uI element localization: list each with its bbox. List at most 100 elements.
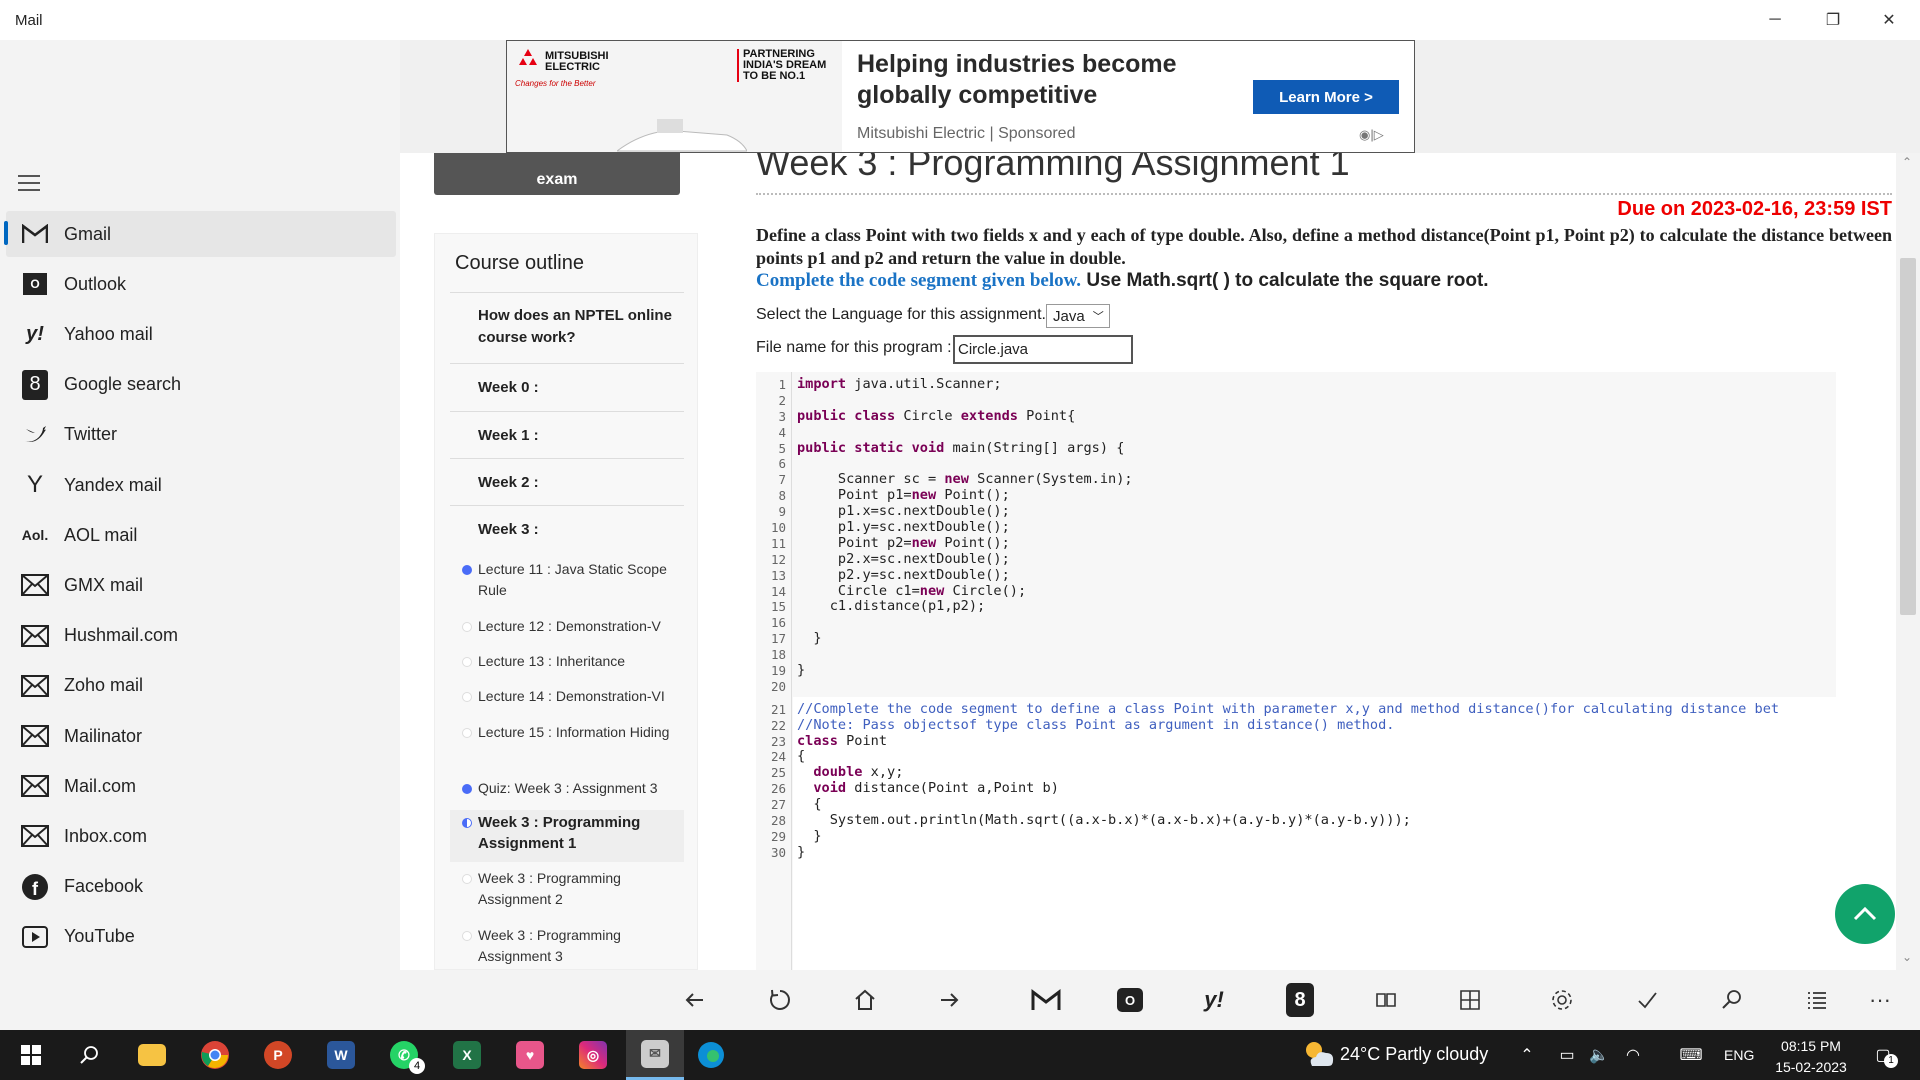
home-button[interactable] bbox=[843, 978, 887, 1022]
sponsored-ad[interactable]: MITSUBISHI ELECTRIC Changes for the Bette… bbox=[506, 40, 1415, 153]
code-text: public class Circle extends Point{ bbox=[797, 407, 1076, 424]
code-line: 5 public static void main(String[] args) … bbox=[756, 440, 1836, 457]
code-line: 8 Point p1=new Point(); bbox=[756, 487, 1836, 504]
sidebar-item-outlook[interactable]: O Outlook bbox=[6, 261, 396, 307]
whatsapp-badge: 4 bbox=[409, 1058, 425, 1074]
sidebar-item-yandex-mail[interactable]: Y Yandex mail bbox=[6, 462, 396, 508]
sidebar-item-label: GMX mail bbox=[64, 574, 144, 595]
outline-heading[interactable]: Week 3 : bbox=[478, 519, 678, 541]
back-button[interactable] bbox=[673, 978, 717, 1022]
pinned-app[interactable]: ♥ bbox=[505, 1030, 555, 1080]
wifi-icon[interactable]: ◠ bbox=[1620, 1040, 1646, 1070]
mail-app-active[interactable]: ✉ bbox=[626, 1030, 684, 1080]
line-number: 10 bbox=[770, 520, 786, 536]
gear-icon bbox=[1552, 990, 1572, 1010]
sidebar-item-zoho-mail[interactable]: Zoho mail bbox=[6, 663, 396, 709]
notification-center-icon[interactable]: ▢ 1 bbox=[1868, 1040, 1898, 1070]
sidebar-item-hushmail-com[interactable]: Hushmail.com bbox=[6, 613, 396, 659]
outline-item[interactable]: Week 3 : Programming Assignment 3 bbox=[478, 925, 688, 967]
outline-item[interactable]: Lecture 13 : Inheritance bbox=[478, 651, 688, 672]
file-explorer-app[interactable] bbox=[127, 1030, 177, 1080]
close-button[interactable]: ✕ bbox=[1866, 0, 1912, 40]
weather-text[interactable]: 24°C Partly cloudy bbox=[1340, 1044, 1488, 1065]
chevron-up-icon[interactable]: ⌃ bbox=[1514, 1040, 1540, 1070]
outline-item[interactable]: Quiz: Week 3 : Assignment 3 bbox=[478, 778, 688, 799]
scroll-down-icon[interactable]: ⌄ bbox=[1902, 950, 1912, 964]
outline-item[interactable]: Lecture 14 : Demonstration-VI bbox=[478, 686, 688, 707]
outline-item[interactable]: Week 3 : Programming Assignment 2 bbox=[478, 868, 688, 910]
excel-app[interactable]: X bbox=[442, 1030, 492, 1080]
outline-heading[interactable]: Week 2 : bbox=[478, 472, 678, 494]
scroll-to-top-button[interactable] bbox=[1835, 884, 1895, 944]
outline-heading[interactable]: How does an NPTEL online course work? bbox=[478, 305, 678, 349]
progress-dot-icon bbox=[462, 565, 472, 575]
outline-heading[interactable]: Week 1 : bbox=[478, 425, 678, 447]
register-certification-button[interactable]: exam bbox=[434, 153, 680, 195]
progress-dot-icon bbox=[462, 818, 472, 828]
reading-view-button[interactable] bbox=[1364, 978, 1408, 1022]
search-button[interactable] bbox=[1710, 978, 1754, 1022]
clock[interactable]: 08:15 PM 15-02-2023 bbox=[1766, 1036, 1856, 1078]
sidebar-item-aol-mail[interactable]: Aol. AOL mail bbox=[6, 512, 396, 558]
sidebar-item-inbox-com[interactable]: Inbox.com bbox=[6, 813, 396, 859]
sidebar-item-mail-com[interactable]: Mail.com bbox=[6, 763, 396, 809]
sidebar-item-gmx-mail[interactable]: GMX mail bbox=[6, 562, 396, 608]
outlook-shortcut[interactable]: O bbox=[1108, 978, 1152, 1022]
taskbar-search-button[interactable] bbox=[64, 1030, 114, 1080]
language-indicator[interactable]: ENG bbox=[1724, 1047, 1754, 1063]
code-text: Point p2=new Point(); bbox=[797, 534, 1010, 551]
search-icon bbox=[1722, 990, 1741, 1009]
code-lines[interactable]: 1 import java.util.Scanner; 2 3 public class… bbox=[756, 376, 1836, 860]
sidebar-item-google-search[interactable]: 8 Google search bbox=[6, 362, 396, 408]
outline-item[interactable]: Lecture 11 : Java Static Scope Rule bbox=[478, 559, 688, 601]
language-select[interactable]: Java ﹀ bbox=[1046, 304, 1110, 328]
more-button[interactable]: ··· bbox=[1858, 978, 1902, 1022]
code-line: 15 c1.distance(p1,p2); bbox=[756, 599, 1836, 615]
battery-icon[interactable]: ▭ bbox=[1554, 1040, 1580, 1070]
minimize-button[interactable]: ─ bbox=[1752, 0, 1798, 40]
word-app[interactable]: W bbox=[316, 1030, 366, 1080]
refresh-icon bbox=[770, 989, 790, 1010]
outline-heading[interactable]: Week 0 : bbox=[478, 377, 678, 399]
keyboard-icon[interactable]: ⌨ bbox=[1678, 1040, 1704, 1070]
chevron-down-icon: ﹀ bbox=[1092, 311, 1104, 323]
refresh-button[interactable] bbox=[758, 978, 802, 1022]
hamburger-menu-icon[interactable] bbox=[18, 175, 40, 191]
done-button[interactable] bbox=[1625, 978, 1669, 1022]
outline-item[interactable]: Week 3 : Programming Assignment 1 bbox=[478, 812, 688, 854]
sidebar-item-facebook[interactable]: f Facebook bbox=[6, 864, 396, 910]
maximize-button[interactable]: ❐ bbox=[1810, 0, 1856, 40]
scrollbar-thumb[interactable] bbox=[1900, 258, 1916, 615]
list-button[interactable] bbox=[1795, 978, 1839, 1022]
sidebar-item-twitter[interactable]: Twitter bbox=[6, 412, 396, 458]
sidebar-item-youtube[interactable]: YouTube bbox=[6, 914, 396, 960]
sidebar-item-label: Mail.com bbox=[64, 775, 137, 796]
sidebar-item-gmail[interactable]: Gmail bbox=[6, 211, 396, 257]
powerpoint-app[interactable]: P bbox=[253, 1030, 303, 1080]
ad-learn-more-button[interactable]: Learn More > bbox=[1253, 80, 1399, 114]
instruction-text: Use Math.sqrt( ) to calculate the square… bbox=[1081, 270, 1489, 291]
code-text: p2.x=sc.nextDouble(); bbox=[797, 550, 1010, 567]
gmail-shortcut[interactable] bbox=[1024, 978, 1068, 1022]
outline-item[interactable]: Lecture 15 : Information Hiding bbox=[478, 722, 688, 743]
sidebar-item-mailinator[interactable]: Mailinator bbox=[6, 713, 396, 759]
scroll-up-icon[interactable]: ⌃ bbox=[1902, 155, 1912, 169]
outline-item[interactable]: Lecture 12 : Demonstration-V bbox=[478, 616, 688, 637]
code-line: 1 import java.util.Scanner; bbox=[756, 376, 1836, 393]
adchoices-icon[interactable]: ◉|▷ bbox=[1359, 127, 1384, 143]
sidebar-item-yahoo-mail[interactable]: y! Yahoo mail bbox=[6, 311, 396, 357]
chrome-app[interactable] bbox=[190, 1030, 240, 1080]
tabs-button[interactable] bbox=[1448, 978, 1492, 1022]
yahoo-shortcut[interactable]: y! bbox=[1192, 978, 1236, 1022]
forward-button[interactable] bbox=[927, 978, 971, 1022]
google-search-shortcut[interactable]: 8 bbox=[1278, 978, 1322, 1022]
edge-app[interactable] bbox=[686, 1030, 736, 1080]
whatsapp-app[interactable]: ✆ 4 bbox=[379, 1030, 429, 1080]
volume-icon[interactable]: 🔈 bbox=[1586, 1040, 1612, 1070]
settings-button[interactable] bbox=[1540, 978, 1584, 1022]
line-number: 5 bbox=[778, 440, 786, 456]
start-button[interactable] bbox=[6, 1030, 56, 1080]
instagram-app[interactable]: ◎ bbox=[568, 1030, 618, 1080]
code-line: 10 p1.y=sc.nextDouble(); bbox=[756, 519, 1836, 536]
filename-field[interactable]: Circle.java bbox=[953, 335, 1133, 364]
